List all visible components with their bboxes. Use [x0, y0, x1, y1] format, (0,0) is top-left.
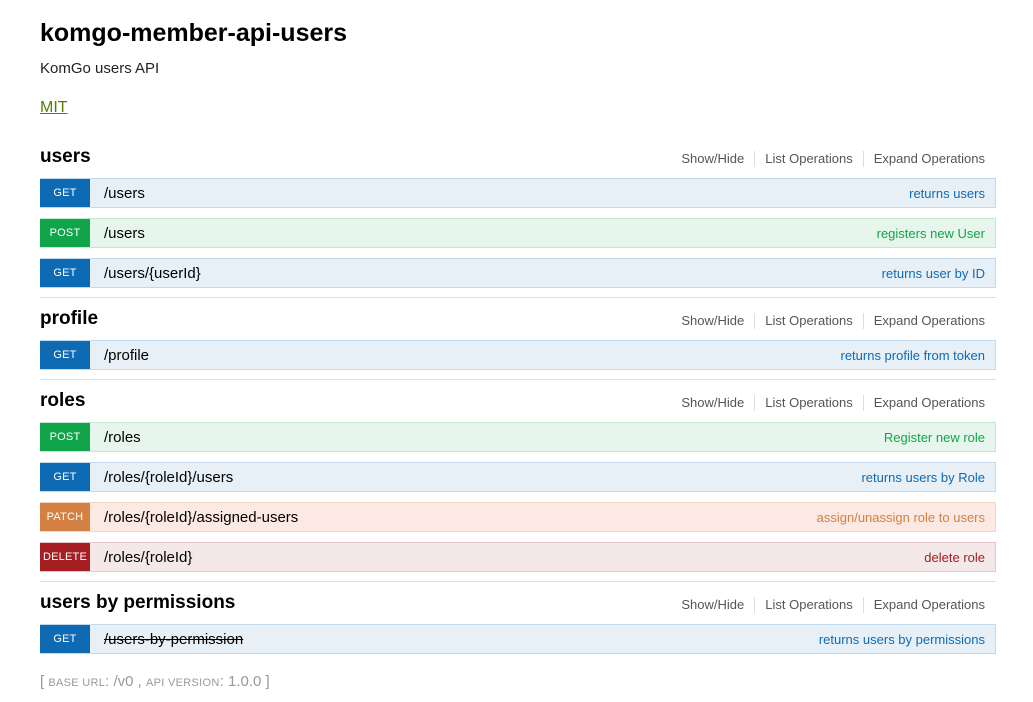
operation-summary[interactable]: registers new User — [877, 226, 985, 241]
operation-summary[interactable]: Register new role — [884, 430, 985, 445]
operation-get-profile[interactable]: GET /profile returns profile from token — [40, 340, 996, 370]
resource-profile: profile Show/Hide List Operations Expand… — [40, 308, 996, 380]
resource-header: profile Show/Hide List Operations Expand… — [40, 308, 996, 340]
resource-name-link[interactable]: roles — [40, 390, 85, 412]
resource-header: users by permissions Show/Hide List Oper… — [40, 592, 996, 624]
operation-path[interactable]: /roles/{roleId}/users — [104, 469, 233, 486]
http-method-badge[interactable]: GET — [40, 625, 90, 653]
operation-path-deprecated[interactable]: /users-by-permission — [104, 631, 243, 648]
show-hide-link[interactable]: Show/Hide — [671, 597, 756, 613]
footer-close-bracket: ] — [265, 673, 270, 690]
expand-operations-link[interactable]: Expand Operations — [864, 597, 985, 613]
http-method-badge[interactable]: GET — [40, 179, 90, 207]
resource-roles: roles Show/Hide List Operations Expand O… — [40, 390, 996, 582]
resource-name-link[interactable]: users — [40, 146, 91, 168]
operation-get-user-by-id[interactable]: GET /users/{userId} returns user by ID — [40, 258, 996, 288]
base-url-value: /v0 — [113, 673, 134, 690]
expand-operations-link[interactable]: Expand Operations — [864, 151, 985, 167]
operation-patch-assigned-users[interactable]: PATCH /roles/{roleId}/assigned-users ass… — [40, 502, 996, 532]
http-method-badge[interactable]: GET — [40, 259, 90, 287]
operation-path[interactable]: /roles/{roleId}/assigned-users — [104, 509, 298, 526]
resource-name-link[interactable]: profile — [40, 308, 98, 330]
show-hide-link[interactable]: Show/Hide — [671, 151, 756, 167]
list-operations-link[interactable]: List Operations — [755, 395, 864, 411]
api-version-label: API Version — [146, 677, 220, 689]
operation-get-role-users[interactable]: GET /roles/{roleId}/users returns users … — [40, 462, 996, 492]
show-hide-link[interactable]: Show/Hide — [671, 395, 756, 411]
operation-path[interactable]: /roles/{roleId} — [104, 549, 192, 566]
operation-summary[interactable]: returns users by Role — [861, 470, 985, 485]
operation-post-users[interactable]: POST /users registers new User — [40, 218, 996, 248]
resource-header: users Show/Hide List Operations Expand O… — [40, 146, 996, 178]
http-method-badge[interactable]: GET — [40, 341, 90, 369]
http-method-badge[interactable]: PATCH — [40, 503, 90, 531]
resource-header: roles Show/Hide List Operations Expand O… — [40, 390, 996, 422]
operation-path[interactable]: /users — [104, 185, 145, 202]
expand-operations-link[interactable]: Expand Operations — [864, 313, 985, 329]
list-operations-link[interactable]: List Operations — [755, 151, 864, 167]
operation-summary[interactable]: delete role — [924, 550, 985, 565]
operation-path[interactable]: /profile — [104, 347, 149, 364]
swagger-container: komgo-member-api-users KomGo users API M… — [40, 0, 996, 690]
list-operations-link[interactable]: List Operations — [755, 313, 864, 329]
operation-summary[interactable]: returns user by ID — [882, 266, 985, 281]
operation-post-roles[interactable]: POST /roles Register new role — [40, 422, 996, 452]
http-method-badge[interactable]: GET — [40, 463, 90, 491]
footer-open-bracket: [ — [40, 673, 45, 690]
operation-path[interactable]: /roles — [104, 429, 141, 446]
base-url-label: Base URL — [48, 677, 106, 689]
operation-get-users[interactable]: GET /users returns users — [40, 178, 996, 208]
api-footer: [ Base URL: /v0 , API Version: 1.0.0 ] — [40, 673, 270, 690]
resource-name-link[interactable]: users by permissions — [40, 592, 235, 614]
operation-path[interactable]: /users/{userId} — [104, 265, 201, 282]
http-method-badge[interactable]: DELETE — [40, 543, 90, 571]
show-hide-link[interactable]: Show/Hide — [671, 313, 756, 329]
operation-get-users-by-permission[interactable]: GET /users-by-permission returns users b… — [40, 624, 996, 654]
api-title: komgo-member-api-users — [40, 19, 348, 47]
list-operations-link[interactable]: List Operations — [755, 597, 864, 613]
operation-path[interactable]: /users — [104, 225, 145, 242]
operation-summary[interactable]: returns profile from token — [840, 348, 985, 363]
resource-users-by-permissions: users by permissions Show/Hide List Oper… — [40, 592, 996, 663]
resource-actions: Show/Hide List Operations Expand Operati… — [671, 395, 985, 411]
resource-actions: Show/Hide List Operations Expand Operati… — [671, 151, 985, 167]
operation-summary[interactable]: returns users by permissions — [819, 632, 985, 647]
api-version-value: 1.0.0 — [227, 673, 262, 690]
operation-summary[interactable]: returns users — [909, 186, 985, 201]
expand-operations-link[interactable]: Expand Operations — [864, 395, 985, 411]
operation-summary[interactable]: assign/unassign role to users — [817, 510, 985, 525]
license-link[interactable]: MIT — [40, 98, 68, 118]
http-method-badge[interactable]: POST — [40, 423, 90, 451]
resource-users: users Show/Hide List Operations Expand O… — [40, 146, 996, 298]
http-method-badge[interactable]: POST — [40, 219, 90, 247]
resource-actions: Show/Hide List Operations Expand Operati… — [671, 313, 985, 329]
resource-actions: Show/Hide List Operations Expand Operati… — [671, 597, 985, 613]
operation-delete-role[interactable]: DELETE /roles/{roleId} delete role — [40, 542, 996, 572]
api-description: KomGo users API — [40, 60, 160, 77]
